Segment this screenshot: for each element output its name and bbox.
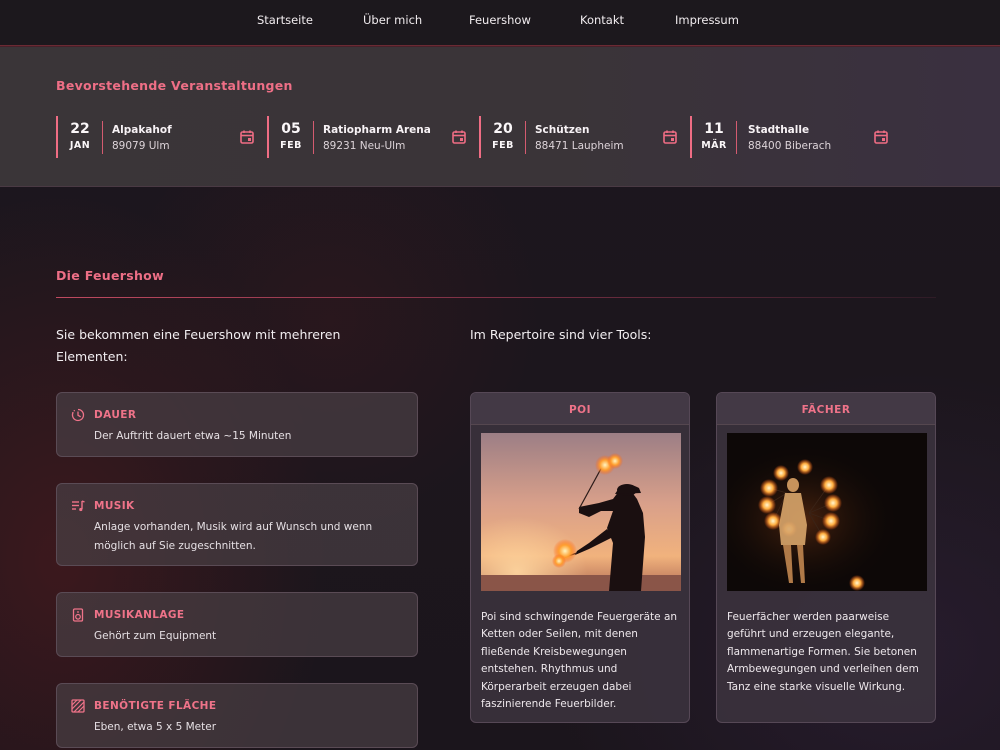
event-day: 05	[281, 121, 301, 137]
detail-text: Gehört zum Equipment	[94, 630, 217, 642]
event-item: 22 JAN Alpakahof 89079 Ulm	[56, 116, 261, 158]
event-address: 89079 Ulm	[112, 140, 170, 152]
event-month: FEB	[492, 140, 514, 151]
nav-link-kontakt[interactable]: Kontakt	[580, 13, 624, 27]
event-day: 22	[70, 121, 90, 137]
event-date: 22 JAN	[58, 121, 102, 151]
poi-fire-performer-photo	[481, 433, 681, 591]
show-intro-text: Sie bekommen eine Feuershow mit mehreren…	[56, 327, 341, 364]
area-pattern-icon	[71, 699, 85, 713]
top-navigation: Startseite Über mich Feuershow Kontakt I…	[0, 0, 1000, 46]
event-day: 11	[704, 121, 724, 137]
detail-card-dauer: DAUER Der Auftritt dauert etwa ~15 Minut…	[56, 392, 418, 457]
event-venue: Schützen	[535, 124, 590, 136]
event-address: 88400 Biberach	[748, 140, 832, 152]
upcoming-events-section: Bevorstehende Veranstaltungen 22 JAN Alp…	[0, 47, 1000, 187]
event-item: 05 FEB Ratiopharm Arena 89231 Neu-Ulm	[267, 116, 472, 158]
detail-text: Eben, etwa 5 x 5 Meter	[94, 721, 217, 733]
detail-card-flaeche: BENÖTIGTE FLÄCHE Eben, etwa 5 x 5 Meter	[56, 683, 418, 748]
event-address: 89231 Neu-Ulm	[323, 140, 406, 152]
event-month: JAN	[69, 140, 91, 151]
tool-card-header: POI	[471, 393, 689, 425]
event-venue: Ratiopharm Arena	[323, 124, 431, 136]
event-date: 11 MÄR	[692, 121, 736, 151]
event-day: 20	[493, 121, 513, 137]
tool-card-header: FÄCHER	[717, 393, 935, 425]
tool-description: Poi sind schwingende Feuergeräte an Kett…	[481, 611, 678, 711]
tool-card-faecher[interactable]: FÄCHER Feuerfächer werden paarweise gefü…	[716, 392, 936, 723]
event-item: 20 FEB Schützen 88471 Laupheim	[479, 116, 684, 158]
event-item: 11 MÄR Stadthalle 88400 Biberach	[690, 116, 895, 158]
nav-link-feuershow[interactable]: Feuershow	[469, 13, 531, 27]
detail-card-musik: MUSIK Anlage vorhanden, Musik wird auf W…	[56, 483, 418, 566]
tool-card-poi[interactable]: POI Poi sind schwingende Feuergeräte an …	[470, 392, 690, 723]
detail-title: MUSIKANLAGE	[94, 609, 185, 621]
nav-link-impressum[interactable]: Impressum	[675, 13, 739, 27]
event-address: 88471 Laupheim	[535, 140, 624, 152]
event-divider	[736, 121, 737, 154]
event-date: 05 FEB	[269, 121, 313, 151]
event-divider	[525, 121, 526, 154]
music-list-icon	[72, 500, 85, 512]
detail-title: BENÖTIGTE FLÄCHE	[94, 700, 217, 712]
tool-title: FÄCHER	[801, 404, 851, 416]
calendar-icon[interactable]	[451, 129, 467, 145]
nav-link-startseite[interactable]: Startseite	[257, 13, 313, 27]
event-venue: Alpakahof	[112, 124, 172, 136]
detail-card-musikanlage: MUSIKANLAGE Gehört zum Equipment	[56, 592, 418, 657]
speaker-icon	[72, 608, 84, 622]
timer-icon	[71, 408, 85, 422]
calendar-icon[interactable]	[239, 129, 255, 145]
event-divider	[313, 121, 314, 154]
detail-text: Der Auftritt dauert etwa ~15 Minuten	[94, 430, 292, 442]
nav-link-ueber-mich[interactable]: Über mich	[363, 13, 422, 27]
event-date: 20 FEB	[481, 121, 525, 151]
event-month: MÄR	[701, 140, 727, 151]
detail-text: Anlage vorhanden, Musik wird auf Wunsch …	[94, 521, 373, 552]
detail-title: MUSIK	[94, 500, 135, 512]
tool-title: POI	[568, 404, 592, 416]
calendar-icon[interactable]	[873, 129, 889, 145]
event-venue: Stadthalle	[748, 124, 810, 136]
event-divider	[102, 121, 103, 154]
section-divider	[56, 297, 936, 298]
fire-fans-performer-photo	[727, 433, 927, 591]
tools-intro-text: Im Repertoire sind vier Tools:	[470, 327, 652, 342]
event-month: FEB	[280, 140, 302, 151]
calendar-icon[interactable]	[662, 129, 678, 145]
feuershow-heading: Die Feuershow	[56, 268, 164, 283]
tool-description: Feuerfächer werden paarweise geführt und…	[727, 611, 919, 693]
events-heading: Bevorstehende Veranstaltungen	[56, 78, 293, 93]
detail-title: DAUER	[94, 409, 137, 421]
